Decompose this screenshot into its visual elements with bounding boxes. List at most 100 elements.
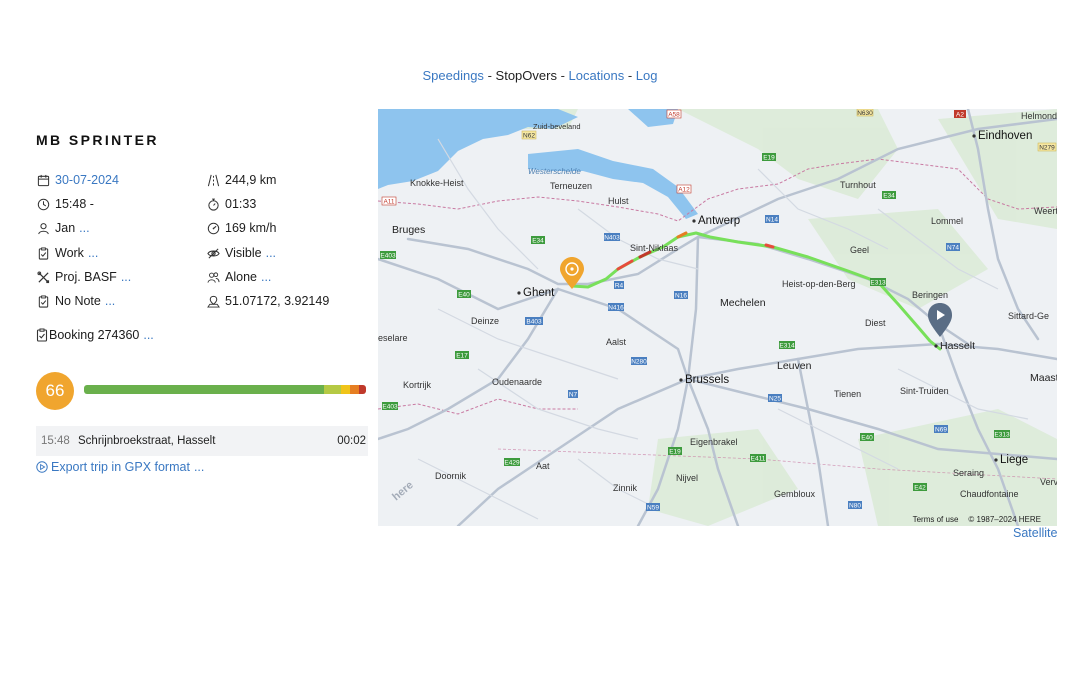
svg-text:E19: E19 <box>669 449 681 456</box>
svg-text:N25: N25 <box>769 396 781 403</box>
map-city-label: Weert <box>1034 206 1057 216</box>
map-city-label: Heist-op-den-Berg <box>782 279 856 289</box>
map-city-label: Antwerp <box>698 215 740 227</box>
visibility-more-button[interactable]: ... <box>266 246 276 260</box>
svg-text:N74: N74 <box>947 245 959 252</box>
project-row: Proj. BASF ... <box>36 267 131 287</box>
location-pin-icon <box>206 294 220 308</box>
trip-category: Work <box>55 246 84 260</box>
trip-date-link[interactable]: 30-07-2024 <box>55 173 119 187</box>
svg-text:N16: N16 <box>675 293 687 300</box>
svg-text:E314: E314 <box>779 343 795 350</box>
driving-score-bar <box>84 385 366 394</box>
map-city-label: Ghent <box>523 287 555 299</box>
svg-text:E42: E42 <box>914 485 926 492</box>
svg-text:E313: E313 <box>994 432 1010 439</box>
map-copyright: © 1987–2024 HERE <box>968 515 1041 524</box>
map-city-label: Eigenbrakel <box>690 437 738 447</box>
map-city-label: Leuven <box>777 360 812 372</box>
svg-text:N59: N59 <box>647 505 659 512</box>
clock-icon <box>36 197 50 211</box>
svg-text:E429: E429 <box>504 460 520 467</box>
svg-text:N7: N7 <box>569 392 578 399</box>
map-city-dot <box>972 134 976 138</box>
log-link[interactable]: Log <box>636 68 658 83</box>
svg-text:A11: A11 <box>383 199 394 206</box>
svg-text:E40: E40 <box>458 292 470 299</box>
svg-text:E403: E403 <box>380 253 396 260</box>
nav-separator: - <box>560 68 565 83</box>
stopover-duration: 00:02 <box>337 435 366 447</box>
map-city-label: Chaudfontaine <box>960 489 1019 499</box>
date-row: 30-07-2024 <box>36 170 119 190</box>
stopover-address: Schrijnbroekstraat, Hasselt <box>78 435 216 447</box>
map-city-label: Oudenaarde <box>492 377 542 387</box>
map-city-dot <box>679 378 683 382</box>
stopover-row[interactable]: 15:48 Schrijnbroekstraat, Hasselt 00:02 <box>36 426 368 456</box>
project-name: Proj. BASF <box>55 270 117 284</box>
stopover-time: 15:48 <box>41 435 70 447</box>
map-city-label: Zinnik <box>613 483 638 493</box>
distance-row: 244,9 km <box>206 170 276 190</box>
svg-text:N416: N416 <box>608 305 624 312</box>
score-bar-segment <box>350 385 359 394</box>
driver-row: Jan ... <box>36 218 90 238</box>
speedings-link[interactable]: Speedings <box>422 68 483 83</box>
visibility-status: Visible <box>225 246 262 260</box>
booking-more-button[interactable]: ... <box>143 328 153 342</box>
map-city-label: Eindhoven <box>978 130 1032 142</box>
coordinates-row: 51.07172, 3.92149 <box>206 291 329 311</box>
map-city-label: Helmond <box>1021 111 1057 121</box>
svg-text:A2: A2 <box>956 112 964 119</box>
svg-text:E411: E411 <box>751 456 766 463</box>
map-city-label: Mechelen <box>720 297 766 309</box>
map-city-label: Lommel <box>931 216 963 226</box>
locations-link[interactable]: Locations <box>569 68 625 83</box>
company-row: Alone ... <box>206 267 271 287</box>
svg-text:E40: E40 <box>861 435 873 442</box>
map-city-label: Hulst <box>608 196 629 206</box>
user-icon <box>36 221 50 235</box>
map-city-label: Verv <box>1040 477 1057 487</box>
svg-text:R4: R4 <box>615 283 624 290</box>
map-city-label: Hasselt <box>940 340 975 352</box>
driver-more-button[interactable]: ... <box>79 221 89 235</box>
nav-separator: - <box>487 68 492 83</box>
map-city-label: Westerschelde <box>528 167 581 176</box>
play-circle-icon <box>36 461 48 473</box>
start-coordinates: 51.07172, 3.92149 <box>225 294 330 308</box>
map-city-label: Gembloux <box>774 489 816 499</box>
category-more-button[interactable]: ... <box>88 246 98 260</box>
clipboard-note-icon <box>36 294 50 308</box>
map-terms-link[interactable]: Terms of use <box>913 515 959 524</box>
company-status: Alone <box>225 270 257 284</box>
max-speed: 169 km/h <box>225 221 277 235</box>
trip-map[interactable]: A58 N630 A2 N279 N62 E19 A12 E34 N14 E31… <box>378 109 1057 526</box>
svg-text:N80: N80 <box>849 503 861 510</box>
tab-navigation: Speedings - StopOvers - Locations - Log <box>0 68 1080 83</box>
map-city-label: Deinze <box>471 316 499 326</box>
map-city-label: Diest <box>865 318 886 328</box>
trip-time: 15:48 - <box>55 197 94 211</box>
project-more-button[interactable]: ... <box>121 270 131 284</box>
map-city-label: Geel <box>850 245 869 255</box>
map-city-label: Brussels <box>685 374 729 386</box>
road-icon <box>206 173 220 187</box>
svg-text:E17: E17 <box>456 353 468 360</box>
map-city-label: Tienen <box>834 389 861 399</box>
trip-note: No Note <box>55 294 101 308</box>
booking-label: Booking 274360 <box>49 328 140 342</box>
eye-slash-icon <box>206 246 220 260</box>
map-city-label: Beringen <box>912 290 948 300</box>
note-more-button[interactable]: ... <box>105 294 115 308</box>
satellite-toggle[interactable]: Satellite <box>1013 526 1057 540</box>
export-gpx-label: Export trip in GPX format <box>51 460 190 474</box>
export-gpx-link[interactable]: Export trip in GPX format ... <box>36 460 204 474</box>
users-icon <box>206 270 220 284</box>
export-more: ... <box>193 460 205 474</box>
map-city-dot <box>692 219 696 223</box>
company-more-button[interactable]: ... <box>261 270 271 284</box>
clipboard-check-icon <box>36 246 50 260</box>
map-city-label: Sint-Niklaas <box>630 243 679 253</box>
svg-text:N69: N69 <box>935 427 947 434</box>
